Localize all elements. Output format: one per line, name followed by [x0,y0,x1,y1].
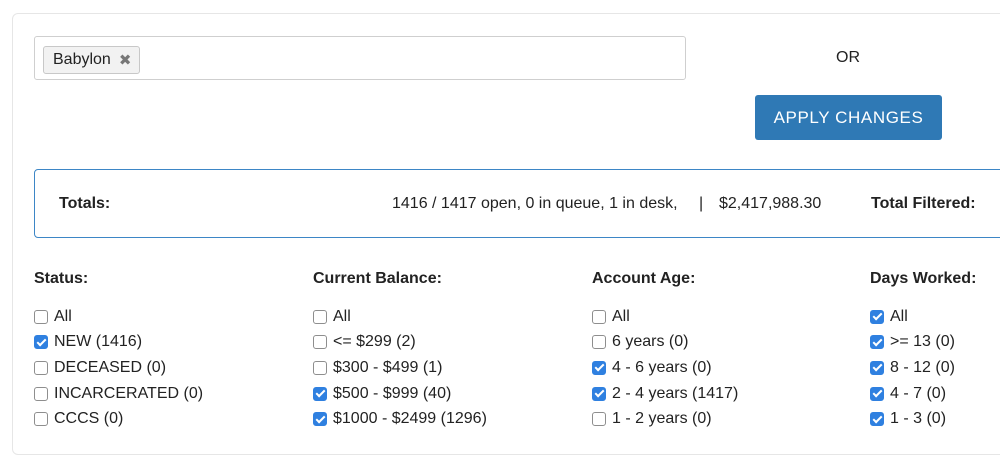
checkbox[interactable] [870,335,884,350]
option-label: $500 - $999 (40) [333,384,452,402]
filter-option[interactable]: 6 years (0) [592,330,738,356]
option-label: <= $299 (2) [333,333,416,351]
filter-option[interactable]: $500 - $999 (40) [313,381,487,407]
filter-title: Account Age: [592,270,696,287]
option-label: CCCS (0) [54,410,124,428]
checkbox[interactable] [313,335,327,350]
filter-option[interactable]: All [34,304,203,330]
checkbox[interactable] [313,386,327,401]
filter-option[interactable]: All [870,304,976,330]
option-label: DECEASED (0) [54,358,167,376]
filter-option[interactable]: 1 - 2 years (0) [592,406,738,432]
filter-option[interactable]: 1 - 3 (0) [870,406,976,432]
checkbox[interactable] [34,335,48,350]
option-label: 4 - 6 years (0) [612,358,712,376]
filter-option[interactable]: 2 - 4 years (1417) [592,381,738,407]
filter-option[interactable]: $300 - $499 (1) [313,355,487,381]
option-label: 4 - 7 (0) [890,384,947,402]
option-label: INCARCERATED (0) [54,384,204,402]
filter-group-status: Status: All NEW (1416) DECEASED (0) INCA… [34,270,203,432]
checkbox[interactable] [592,360,606,375]
option-label: All [612,307,630,325]
filter-title: Days Worked: [870,270,977,287]
filter-option[interactable]: All [313,304,487,330]
checkbox[interactable] [34,386,48,401]
option-label: $1000 - $2499 (1296) [333,410,487,428]
apply-changes-button[interactable]: APPLY CHANGES [755,95,942,140]
totals-separator: | [699,195,704,212]
filter-title: Status: [34,270,89,287]
filter-title: Current Balance: [313,270,442,287]
option-label: All [333,307,351,325]
filter-option[interactable]: >= 13 (0) [870,330,976,356]
or-label: OR [836,49,860,66]
filter-option[interactable]: DECEASED (0) [34,355,203,381]
option-label: >= 13 (0) [890,333,955,351]
checkbox[interactable] [870,309,884,324]
totals-label: Totals: [59,195,111,212]
option-label: 2 - 4 years (1417) [612,384,739,402]
checkbox[interactable] [34,412,48,427]
option-label: NEW (1416) [54,333,143,351]
total-filtered-label: Total Filtered: [871,195,976,212]
filter-option[interactable]: NEW (1416) [34,330,203,356]
option-label: 1 - 2 years (0) [612,410,712,428]
filter-group-account-age: Account Age: All 6 years (0) 4 - 6 years… [592,270,738,432]
filter-option[interactable]: 4 - 7 (0) [870,381,976,407]
checkbox[interactable] [34,360,48,375]
option-label: 1 - 3 (0) [890,410,947,428]
search-input[interactable]: Babylon ✖ [34,36,686,80]
filter-option[interactable]: INCARCERATED (0) [34,381,203,407]
checkbox[interactable] [592,386,606,401]
filter-group-days-worked: Days Worked: All >= 13 (0) 8 - 12 (0) 4 … [870,270,976,432]
option-label: 6 years (0) [612,333,689,351]
checkbox[interactable] [592,412,606,427]
option-label: All [54,307,72,325]
totals-amount: $2,417,988.30 [719,195,822,212]
option-label: All [890,307,908,325]
filter-option[interactable]: 8 - 12 (0) [870,355,976,381]
filter-option[interactable]: All [592,304,738,330]
totals-summary: 1416 / 1417 open, 0 in queue, 1 in desk, [392,195,678,212]
option-label: 8 - 12 (0) [890,358,955,376]
checkbox[interactable] [870,360,884,375]
checkbox[interactable] [870,412,884,427]
checkbox[interactable] [313,360,327,375]
checkbox[interactable] [870,386,884,401]
checkbox[interactable] [592,309,606,324]
tag-remove-icon[interactable]: ✖ [119,53,132,68]
checkbox[interactable] [592,335,606,350]
option-label: $300 - $499 (1) [333,358,443,376]
filter-option[interactable]: <= $299 (2) [313,330,487,356]
search-tag: Babylon ✖ [43,46,141,74]
filter-option[interactable]: 4 - 6 years (0) [592,355,738,381]
filter-group-current-balance: Current Balance: All <= $299 (2) $300 - … [313,270,487,432]
filter-option[interactable]: $1000 - $2499 (1296) [313,406,487,432]
checkbox[interactable] [313,309,327,324]
totals-box: Totals: 1416 / 1417 open, 0 in queue, 1 … [34,169,1000,238]
checkbox[interactable] [34,309,48,324]
search-tag-label: Babylon [53,51,111,68]
filter-option[interactable]: CCCS (0) [34,406,203,432]
checkbox[interactable] [313,412,327,427]
